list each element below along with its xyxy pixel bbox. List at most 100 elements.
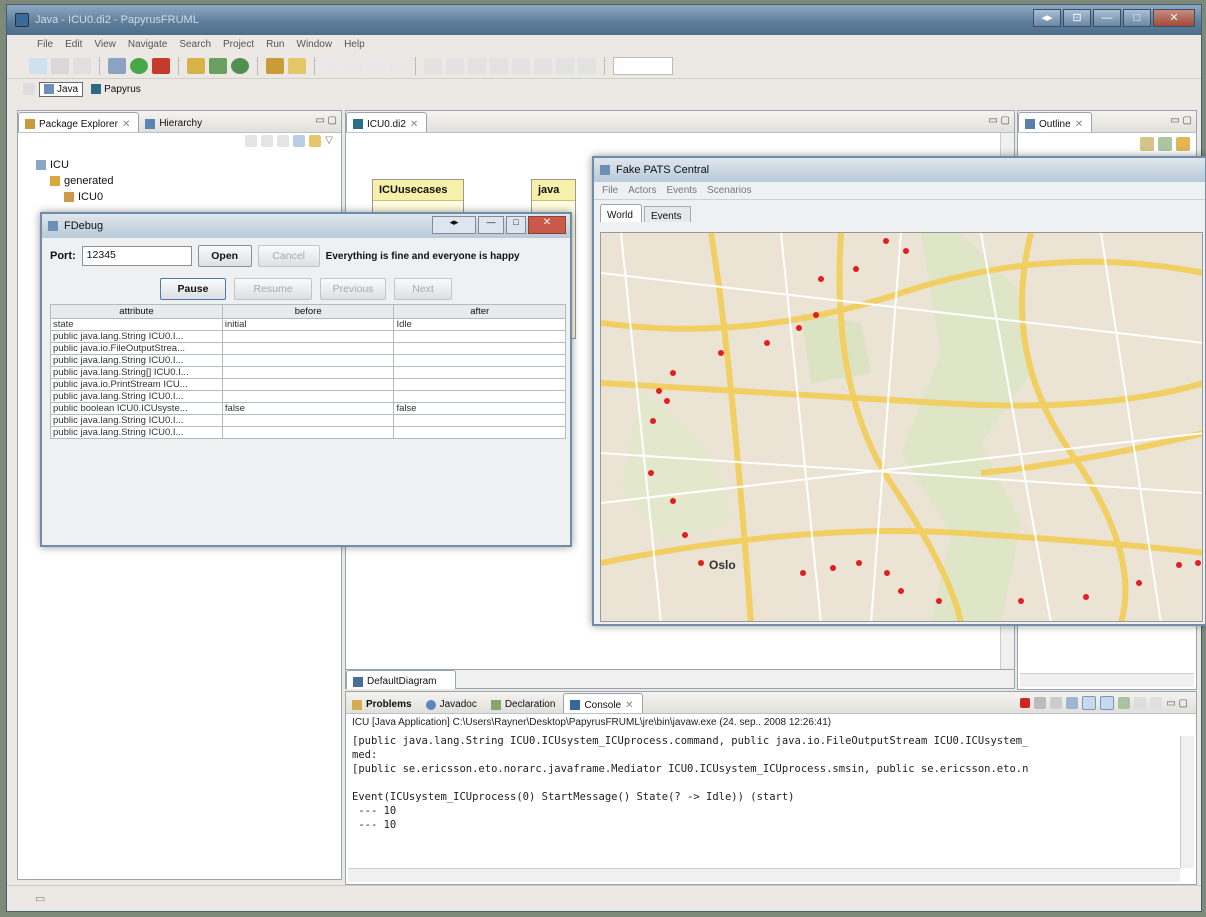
scroll-lock-icon[interactable] <box>1066 697 1079 709</box>
outline-horizontal-scrollbar[interactable] <box>1020 673 1194 687</box>
remove-launch-icon[interactable] <box>1034 697 1047 709</box>
new-class-icon[interactable] <box>231 57 249 74</box>
run-icon[interactable] <box>130 57 148 74</box>
annotation-icon[interactable] <box>323 57 341 74</box>
align-left-icon[interactable] <box>424 57 442 74</box>
table-row[interactable]: public java.lang.String ICU0.I... <box>50 330 566 343</box>
table-row[interactable]: public java.io.FileOutputStrea... <box>50 342 566 355</box>
link-editor-icon[interactable] <box>309 135 322 147</box>
tab-declaration[interactable]: Declaration <box>485 693 564 713</box>
external-tools-icon[interactable] <box>152 57 170 74</box>
clear-console-icon[interactable] <box>1050 697 1063 709</box>
view-menu-icon[interactable]: ▽ <box>325 135 333 151</box>
column-header-attribute[interactable]: attribute <box>50 304 223 319</box>
match-width-icon[interactable] <box>556 57 574 74</box>
tab-package-explorer[interactable]: Package Explorer ✕ <box>18 112 140 132</box>
pin-icon[interactable] <box>1176 137 1190 151</box>
table-row[interactable]: public java.lang.String[] ICU0.I... <box>50 366 566 379</box>
table-row[interactable]: state initial Idle <box>50 318 566 331</box>
resume-button[interactable]: Resume <box>234 278 312 300</box>
previous-button[interactable]: Previous <box>320 278 386 300</box>
up-icon[interactable] <box>277 135 290 147</box>
world-map[interactable]: Oslo <box>600 232 1203 622</box>
pats-menu-actors[interactable]: Actors <box>628 185 656 196</box>
pats-menu-file[interactable]: File <box>602 185 618 196</box>
menu-help[interactable]: Help <box>344 39 365 50</box>
menu-search[interactable]: Search <box>179 39 211 50</box>
minimize-maximize-icons[interactable]: ▭ ▢ <box>1170 115 1192 126</box>
tab-problems[interactable]: Problems <box>346 693 420 713</box>
tab-outline[interactable]: Outline ✕ <box>1018 112 1093 132</box>
forward-icon[interactable] <box>261 135 274 147</box>
next-button[interactable]: Next <box>394 278 452 300</box>
pats-menu-scenarios[interactable]: Scenarios <box>707 185 751 196</box>
table-row[interactable]: public java.io.PrintStream ICU... <box>50 378 566 391</box>
close-button[interactable]: ✕ <box>1153 9 1195 27</box>
table-row[interactable]: public java.lang.String ICU0.I... <box>50 390 566 403</box>
align-right-icon[interactable] <box>468 57 486 74</box>
tab-icu0-di2[interactable]: ICU0.di2 ✕ <box>346 112 428 132</box>
align-middle-icon[interactable] <box>512 57 530 74</box>
collapse-all-icon[interactable] <box>293 135 306 147</box>
table-row[interactable]: public java.lang.String ICU0.I... <box>50 414 566 427</box>
console-vertical-scrollbar[interactable] <box>1180 736 1194 868</box>
help-button[interactable]: ⊡ <box>1063 9 1091 27</box>
close-tab-icon[interactable]: ✕ <box>625 700 633 711</box>
perspective-java[interactable]: Java <box>39 81 84 97</box>
pin-console-icon[interactable] <box>1118 697 1131 709</box>
maximize-button[interactable]: □ <box>506 216 526 234</box>
close-tab-icon[interactable]: ✕ <box>1075 119 1083 130</box>
restore-button[interactable]: ◂▸ <box>432 216 476 234</box>
tree-item-icu0[interactable]: ICU0 <box>36 189 341 205</box>
align-top-icon[interactable] <box>490 57 508 74</box>
fast-view-icon[interactable]: ▭ <box>35 892 45 905</box>
minimize-maximize-icons[interactable]: ▭ ▢ <box>1166 698 1188 709</box>
minimize-maximize-icons[interactable]: ▭ ▢ <box>315 115 337 126</box>
new-icon[interactable] <box>29 57 47 74</box>
display-console-icon[interactable] <box>1134 697 1147 709</box>
back-icon[interactable] <box>367 57 385 74</box>
table-row[interactable]: public boolean ICU0.ICUsyste... false fals… <box>50 402 566 415</box>
zoom-combo[interactable] <box>613 56 673 75</box>
map-canvas[interactable]: Oslo <box>601 233 1203 622</box>
match-height-icon[interactable] <box>578 57 596 74</box>
open-perspective-icon[interactable] <box>23 83 35 95</box>
tab-events[interactable]: Events <box>643 206 691 222</box>
menu-file[interactable]: File <box>37 39 53 50</box>
minimize-maximize-icons[interactable]: ▭ ▢ <box>988 115 1010 126</box>
column-header-before[interactable]: before <box>221 304 395 319</box>
close-tab-icon[interactable]: ✕ <box>122 119 130 130</box>
tab-javadoc[interactable]: Javadoc <box>420 693 485 713</box>
column-header-after[interactable]: after <box>393 304 566 319</box>
outline-mode-icon[interactable] <box>1140 137 1154 151</box>
restore-button[interactable]: ◂▸ <box>1033 9 1061 27</box>
tree-item-icu[interactable]: ICU <box>36 157 341 173</box>
menu-run[interactable]: Run <box>266 39 284 50</box>
tab-default-diagram[interactable]: DefaultDiagram <box>346 670 456 689</box>
terminate-icon[interactable] <box>1020 698 1031 708</box>
overview-icon[interactable] <box>1158 137 1172 151</box>
show-stderr-icon[interactable] <box>1100 696 1115 710</box>
save-icon[interactable] <box>51 57 69 74</box>
new-java-project-icon[interactable] <box>187 57 205 74</box>
port-input[interactable]: 12345 <box>81 246 192 266</box>
pause-button[interactable]: Pause <box>160 278 226 300</box>
align-center-icon[interactable] <box>446 57 464 74</box>
new-package-icon[interactable] <box>209 57 227 74</box>
show-stdout-icon[interactable] <box>1082 696 1097 710</box>
minimize-button[interactable]: — <box>478 216 504 234</box>
tree-item-generated[interactable]: generated <box>36 173 341 189</box>
tab-console[interactable]: Console ✕ <box>563 693 643 713</box>
debug-icon[interactable] <box>108 57 126 74</box>
open-type-icon[interactable] <box>266 57 284 74</box>
menu-view[interactable]: View <box>94 39 116 50</box>
open-console-icon[interactable] <box>1150 697 1163 709</box>
tab-hierarchy[interactable]: Hierarchy <box>139 112 210 132</box>
align-bottom-icon[interactable] <box>534 57 552 74</box>
back-icon[interactable] <box>245 135 258 147</box>
maximize-button[interactable]: □ <box>1123 9 1151 27</box>
table-row[interactable]: public java.lang.String ICU0.I... <box>50 426 566 439</box>
menu-window[interactable]: Window <box>297 39 333 50</box>
open-button[interactable]: Open <box>197 245 252 267</box>
search-icon[interactable] <box>288 57 306 74</box>
